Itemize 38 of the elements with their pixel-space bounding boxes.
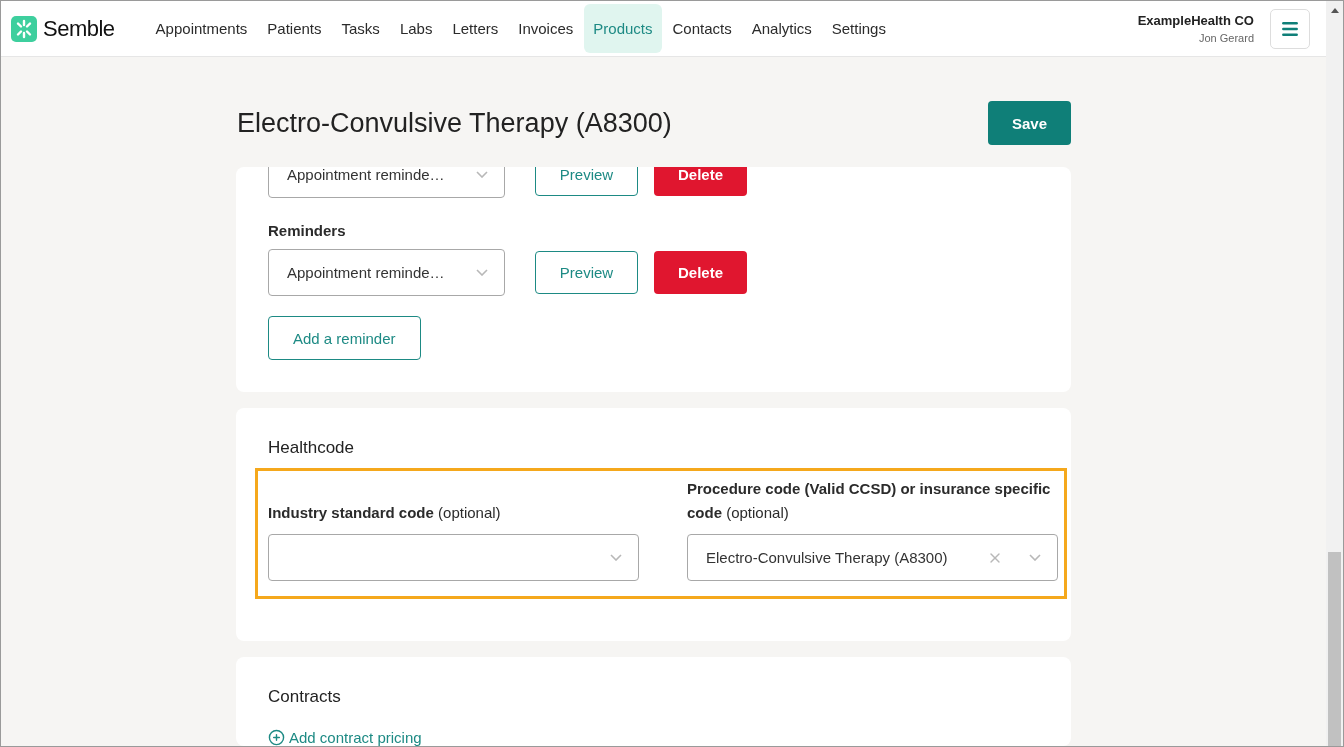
chevron-down-icon xyxy=(476,269,488,276)
preview-button[interactable]: Preview xyxy=(535,251,638,294)
field-label: Procedure code (Valid CCSD) or insurance specific code (optional) xyxy=(687,479,1052,523)
chevron-down-icon xyxy=(476,171,488,178)
nav-tab[interactable]: Products xyxy=(584,4,662,53)
user-name: Jon Gerard xyxy=(1198,32,1254,44)
page-title: Electro-Convulsive Therapy (A8300) xyxy=(237,107,672,139)
delete-button[interactable]: Delete xyxy=(654,251,747,294)
reminder-select[interactable]: Appointment reminde… xyxy=(268,249,505,296)
nav-tab[interactable]: Appointments xyxy=(146,4,257,53)
field-label: Industry standard code (optional) xyxy=(268,503,502,523)
section-heading: Healthcode xyxy=(268,438,355,458)
nav-tab[interactable]: Letters xyxy=(443,4,508,53)
add-contract-link[interactable]: Add contract pricing xyxy=(268,729,1039,746)
nav-tab[interactable]: Analytics xyxy=(742,4,821,53)
code-select[interactable] xyxy=(268,534,639,581)
nav-tab[interactable]: Tasks xyxy=(332,4,389,53)
scrollbar[interactable] xyxy=(1326,1,1343,746)
field-label: Reminders xyxy=(268,222,347,239)
save-button[interactable]: Save xyxy=(987,101,1071,145)
nav-tab[interactable]: Patients xyxy=(258,4,331,53)
plus-circle-icon xyxy=(268,729,285,746)
delete-button[interactable]: Delete xyxy=(654,167,747,196)
nav-tab[interactable]: Invoices xyxy=(509,4,583,53)
code-select[interactable]: Electro-Convulsive Therapy (A8300) xyxy=(687,534,1058,581)
preview-button[interactable]: Preview xyxy=(535,167,638,196)
section-heading: Contracts xyxy=(268,687,342,707)
nav-tab[interactable]: Settings xyxy=(822,4,895,53)
chevron-down-icon xyxy=(610,554,622,561)
brand-name: Semble xyxy=(43,15,115,42)
menu-button[interactable] xyxy=(1270,8,1310,49)
organization-name: ExampleHealth CO xyxy=(1137,13,1254,28)
nav-tab[interactable]: Labs xyxy=(390,4,442,53)
chevron-down-icon xyxy=(1029,554,1041,561)
logo-icon xyxy=(11,15,37,42)
nav-tab[interactable]: Contacts xyxy=(663,4,741,53)
reminder-select[interactable]: Appointment reminde… xyxy=(268,167,505,198)
add-reminder-button[interactable]: Add a reminder xyxy=(268,316,421,360)
